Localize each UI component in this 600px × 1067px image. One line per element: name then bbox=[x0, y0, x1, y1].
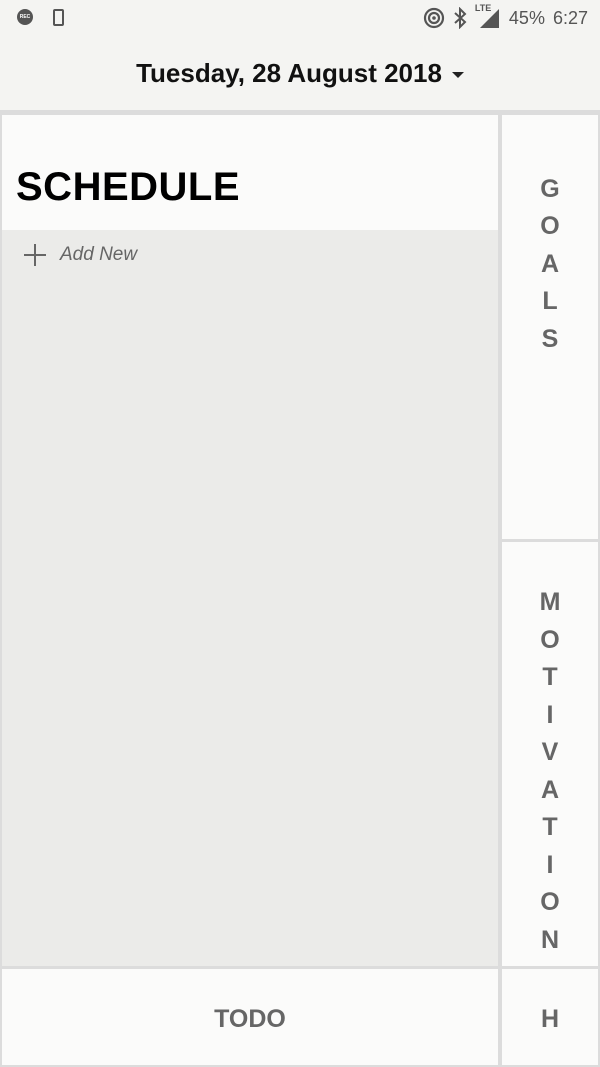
screen-record-icon: REC bbox=[17, 9, 33, 25]
tab-h[interactable]: H bbox=[502, 969, 598, 1065]
motivation-letter: T bbox=[542, 813, 558, 841]
goals-letter: O bbox=[540, 212, 560, 241]
battery-percent: 45% bbox=[508, 7, 545, 28]
signal-icon: LTE bbox=[475, 3, 501, 29]
date-selector[interactable]: Tuesday, 28 August 2018 bbox=[136, 58, 464, 89]
date-header[interactable]: Tuesday, 28 August 2018 bbox=[0, 36, 600, 112]
tab-todo[interactable]: TODO bbox=[2, 969, 498, 1065]
schedule-title: SCHEDULE bbox=[16, 165, 241, 209]
hotspot-icon bbox=[423, 7, 445, 29]
clock: 6:27 bbox=[552, 7, 588, 28]
todo-label: TODO bbox=[214, 1004, 286, 1033]
goals-label: G O A L S bbox=[540, 171, 559, 359]
tab-motivation[interactable]: M O T I V A T I O N bbox=[502, 542, 598, 966]
h-label: H bbox=[540, 1004, 560, 1033]
motivation-letter: I bbox=[546, 700, 554, 729]
motivation-letter: I bbox=[546, 850, 554, 879]
goals-letter: S bbox=[541, 324, 559, 353]
date-label: Tuesday, 28 August 2018 bbox=[136, 57, 442, 88]
motivation-label: M O T I V A T I O N bbox=[540, 584, 561, 959]
goals-letter: A bbox=[540, 249, 560, 278]
tab-goals[interactable]: G O A L S bbox=[502, 115, 598, 539]
bluetooth-icon bbox=[454, 7, 467, 29]
goals-letter: G bbox=[540, 174, 560, 203]
status-bar: REC LTE 45% 6:27 bbox=[0, 0, 600, 36]
motivation-letter: M bbox=[539, 588, 561, 616]
status-right: LTE 45% 6:27 bbox=[423, 3, 588, 30]
add-new-label: Add New bbox=[60, 244, 138, 265]
motivation-letter: O bbox=[540, 888, 560, 916]
phone-icon bbox=[53, 9, 64, 26]
motivation-letter: T bbox=[542, 663, 558, 691]
motivation-letter: N bbox=[540, 925, 560, 954]
motivation-letter: V bbox=[541, 738, 559, 766]
dropdown-caret-icon bbox=[451, 72, 464, 78]
motivation-letter: A bbox=[540, 775, 560, 804]
motivation-letter: O bbox=[540, 625, 560, 654]
add-new-button[interactable]: Add New bbox=[24, 241, 137, 269]
schedule-panel: SCHEDULE Add New bbox=[2, 115, 498, 966]
plus-icon bbox=[24, 244, 46, 266]
schedule-header: SCHEDULE bbox=[2, 115, 498, 230]
goals-letter: L bbox=[542, 287, 558, 316]
